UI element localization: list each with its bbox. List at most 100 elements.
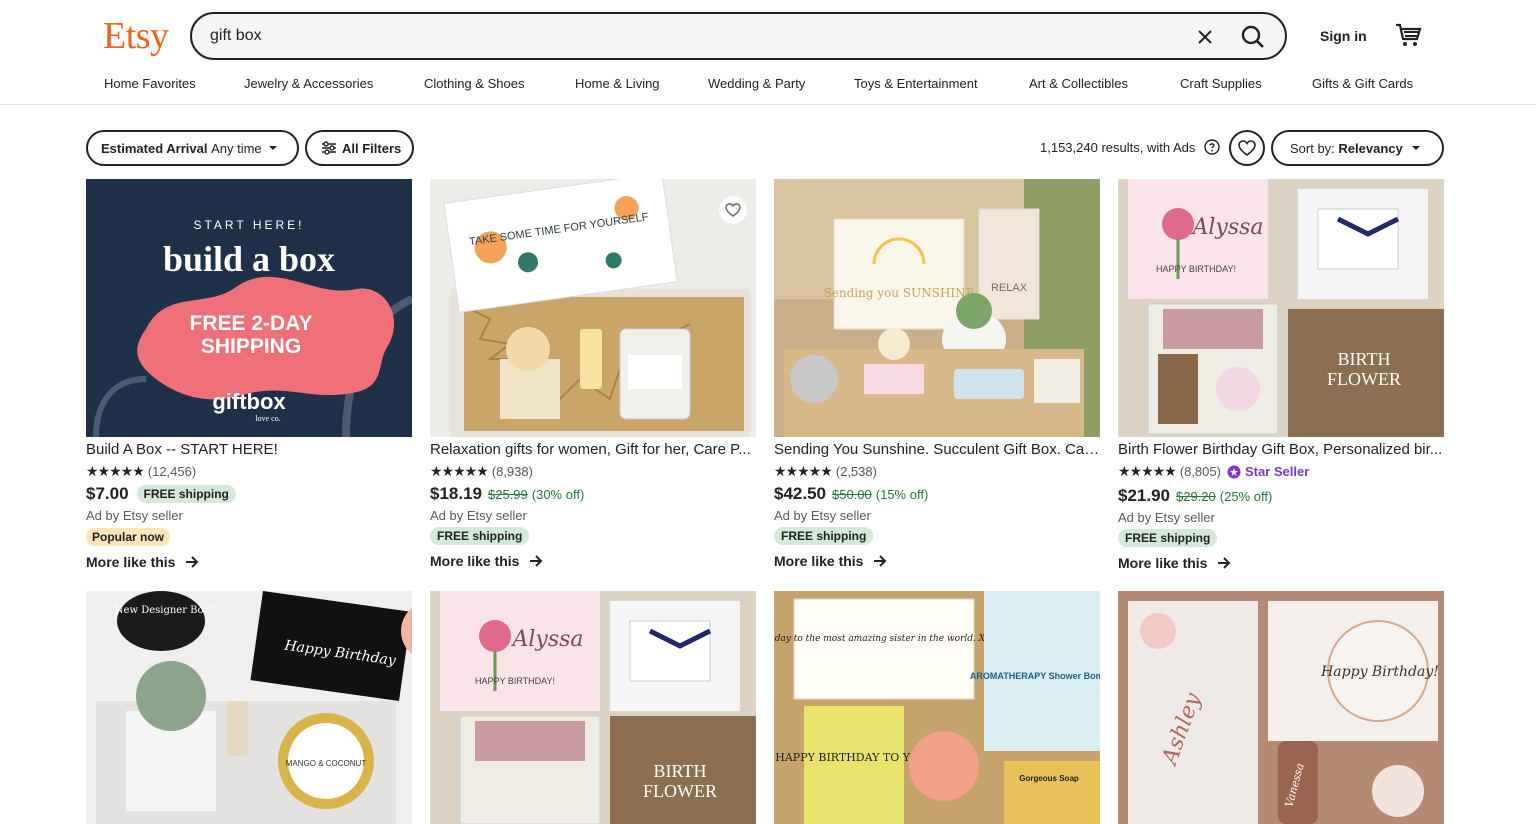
more-like-this-link[interactable]: More like this — [86, 554, 199, 570]
listing-rating: ★★★★★ (12,456) — [86, 463, 196, 480]
listing-title[interactable]: Birth Flower Birthday Gift Box, Personal… — [1118, 441, 1444, 458]
star-seller-badge: Star Seller — [1227, 464, 1309, 479]
nav-art[interactable]: Art & Collectibles — [1029, 76, 1128, 91]
listing-image[interactable]: Sending you SUNSHINE RELAX — [774, 179, 1100, 437]
listing-card[interactable]: Alyssa HAPPY BIRTHDAY! BIRTH FLOWER — [430, 591, 756, 824]
original-price: $25.99 — [488, 486, 528, 502]
estimated-arrival-filter[interactable]: Estimated Arrival Any time — [86, 130, 299, 166]
listing-image[interactable]: TAKE SOME TIME FOR YOURSELF — [430, 179, 756, 437]
arrival-value: Any time — [211, 140, 262, 156]
nav-toys[interactable]: Toys & Entertainment — [854, 76, 978, 91]
review-count: (12,456) — [147, 464, 197, 479]
price-row: $21.90 $29.20 (25% off) — [1118, 486, 1272, 506]
tag-line-2: FLOWER — [643, 781, 717, 801]
listing-price: $42.50 — [774, 484, 826, 503]
arrow-right-icon — [874, 555, 887, 567]
birth-flower-box-photo: Alyssa HAPPY BIRTHDAY! BIRTH FLOWER — [1118, 179, 1444, 437]
search-bar — [190, 12, 1287, 60]
more-like-this-label: More like this — [774, 553, 864, 569]
listing-card[interactable]: TAKE SOME TIME FOR YOURSELF Relaxation g… — [430, 179, 756, 579]
original-price: $50.00 — [832, 486, 872, 502]
more-like-this-link[interactable]: More like this — [1118, 555, 1231, 571]
listing-title[interactable]: Build A Box -- START HERE! — [86, 441, 412, 458]
new-box-label: New Designer Box! — [115, 605, 213, 616]
all-filters-button[interactable]: All Filters — [305, 130, 414, 166]
sort-label: Sort by: — [1290, 140, 1335, 156]
star-rating: ★★★★★ — [86, 463, 145, 479]
build-a-box-banner: START HERE! build a box FREE 2-DAY SHIPP… — [86, 179, 412, 437]
listing-image[interactable]: Happy Birthday to the most amazing siste… — [774, 591, 1100, 824]
nav-home-favorites[interactable]: Home Favorites — [104, 76, 196, 91]
free-shipping-badge: FREE shipping — [136, 485, 236, 503]
nav-jewelry[interactable]: Jewelry & Accessories — [244, 76, 373, 91]
listing-title[interactable]: Relaxation gifts for women, Gift for her… — [430, 441, 756, 458]
cart-icon[interactable] — [1394, 22, 1422, 48]
nav-home-living[interactable]: Home & Living — [575, 76, 660, 91]
ad-label: Ad by Etsy seller — [774, 508, 871, 523]
listing-price: $7.00 — [86, 484, 129, 503]
listing-image[interactable]: Alyssa HAPPY BIRTHDAY! BIRTH FLOWER — [1118, 179, 1444, 437]
card-text: Happy Birthday! — [1320, 664, 1439, 680]
sign-in-link[interactable]: Sign in — [1320, 28, 1367, 44]
price-row: $42.50 $50.00 (15% off) — [774, 484, 928, 504]
listing-rating: ★★★★★ (8,938) — [430, 463, 533, 480]
candle-label: HAPPY BIRTHDAY TO YOU! — [775, 751, 932, 764]
listing-card[interactable]: Ashley Happy Birthday! Vanessa — [1118, 591, 1444, 824]
listing-card[interactable]: Sending you SUNSHINE RELAX Sending You S… — [774, 179, 1100, 579]
card-text: Sending you SUNSHINE — [824, 286, 975, 300]
listing-image[interactable]: START HERE! build a box FREE 2-DAY SHIPP… — [86, 179, 412, 437]
save-search-button[interactable] — [1229, 130, 1265, 166]
listing-card[interactable]: Alyssa HAPPY BIRTHDAY! BIRTH FLOWER Birt… — [1118, 179, 1444, 579]
review-count: (8,805) — [1179, 464, 1221, 479]
price-row: $7.00 FREE shipping — [86, 484, 236, 504]
search-icon[interactable] — [1238, 22, 1268, 52]
nav-wedding[interactable]: Wedding & Party — [708, 76, 805, 91]
favorite-button[interactable] — [719, 196, 747, 224]
card-greeting: HAPPY BIRTHDAY! — [1156, 264, 1236, 274]
nav-gifts[interactable]: Gifts & Gift Cards — [1312, 76, 1413, 91]
free-shipping-badge: FREE shipping — [1118, 529, 1218, 547]
help-icon[interactable] — [1204, 139, 1220, 155]
listing-image[interactable]: Ashley Happy Birthday! Vanessa — [1118, 591, 1444, 824]
caret-down-icon — [268, 146, 277, 150]
soap-label: Gorgeous Soap — [1019, 774, 1079, 783]
etsy-logo[interactable]: Etsy — [103, 14, 169, 58]
listing-image[interactable]: Alyssa HAPPY BIRTHDAY! BIRTH FLOWER — [430, 591, 756, 824]
more-like-this-link[interactable]: More like this — [430, 553, 543, 569]
ad-label: Ad by Etsy seller — [86, 508, 183, 523]
listing-card[interactable]: Happy Birthday to the most amazing siste… — [774, 591, 1100, 824]
more-like-this-label: More like this — [1118, 555, 1208, 571]
star-seller-icon — [1227, 465, 1241, 478]
arrow-right-icon — [1218, 557, 1231, 569]
nav-craft[interactable]: Craft Supplies — [1180, 76, 1262, 91]
banner-shipping-2: SHIPPING — [201, 335, 301, 358]
header: Etsy Sign in Home Favorites Jewelry & Ac… — [0, 0, 1536, 105]
ad-label: Ad by Etsy seller — [430, 508, 527, 523]
clear-search-icon[interactable] — [1192, 24, 1218, 50]
banner-brand: giftbox — [212, 389, 286, 414]
sort-dropdown[interactable]: Sort by: Relevancy — [1271, 130, 1444, 166]
personalized-tumbler-box-photo: Ashley Happy Birthday! Vanessa — [1118, 591, 1444, 824]
listing-card[interactable]: START HERE! build a box FREE 2-DAY SHIPP… — [86, 179, 412, 579]
listing-rating: ★★★★★ (8,805) Star Seller — [1118, 463, 1309, 480]
tag-line-1: BIRTH — [1338, 349, 1391, 369]
listing-image[interactable]: New Designer Box! Happy Birthday MANGO &… — [86, 591, 412, 824]
tag-line-2: FLOWER — [1327, 369, 1401, 389]
price-row: $18.19 $25.99 (30% off) — [430, 484, 584, 504]
search-input[interactable] — [210, 24, 1170, 48]
listing-title[interactable]: Sending You Sunshine. Succulent Gift Box… — [774, 441, 1100, 458]
heart-icon — [725, 203, 741, 217]
more-like-this-link[interactable]: More like this — [774, 553, 887, 569]
birthday-candle-box-photo: Happy Birthday to the most amazing siste… — [774, 591, 1100, 824]
discount-percent: (30% off) — [531, 486, 585, 502]
card-name: Alyssa — [510, 627, 583, 652]
results-count: 1,153,240 results, with Ads — [1040, 140, 1196, 155]
sort-value: Relevancy — [1338, 140, 1403, 156]
banner-shipping-1: FREE 2-DAY — [190, 312, 313, 335]
listing-price: $21.90 — [1118, 486, 1170, 505]
relax-label: RELAX — [991, 282, 1028, 294]
listing-card[interactable]: New Designer Box! Happy Birthday MANGO &… — [86, 591, 412, 824]
birth-flower-box-photo-2: Alyssa HAPPY BIRTHDAY! BIRTH FLOWER — [430, 591, 756, 824]
ad-label: Ad by Etsy seller — [1118, 510, 1215, 525]
nav-clothing[interactable]: Clothing & Shoes — [424, 76, 524, 91]
